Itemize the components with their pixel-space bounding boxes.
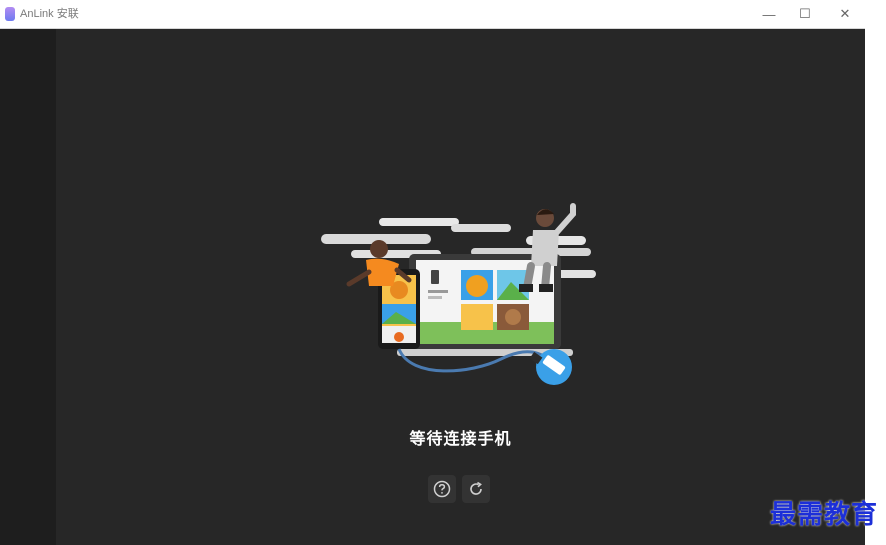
watermark-text: 最需教育 [769, 500, 878, 530]
maximize-icon: ☐ [799, 6, 811, 21]
help-button[interactable] [428, 475, 456, 503]
maximize-button[interactable]: ☐ [790, 4, 820, 24]
minimize-button[interactable]: — [754, 4, 784, 24]
refresh-icon [470, 481, 482, 495]
action-bar [428, 475, 490, 503]
app-logo-icon [5, 7, 15, 21]
connection-status-text: 等待连接手机 [409, 431, 512, 448]
minimize-icon: — [762, 6, 776, 22]
close-icon: ✕ [839, 6, 851, 21]
sidebar [0, 29, 56, 545]
title-bar[interactable]: AnLink 安联 — ☐ ✕ [0, 0, 865, 29]
main-panel: 等待连接手机 [56, 29, 865, 545]
app-window: AnLink 安联 — ☐ ✕ 等待连接手机 [0, 0, 865, 545]
close-button[interactable]: ✕ [830, 4, 860, 24]
window-title: AnLink 安联 [20, 8, 79, 20]
question-circle-icon [433, 480, 451, 498]
waiting-connection-illustration [321, 203, 596, 385]
refresh-button[interactable] [462, 475, 490, 503]
